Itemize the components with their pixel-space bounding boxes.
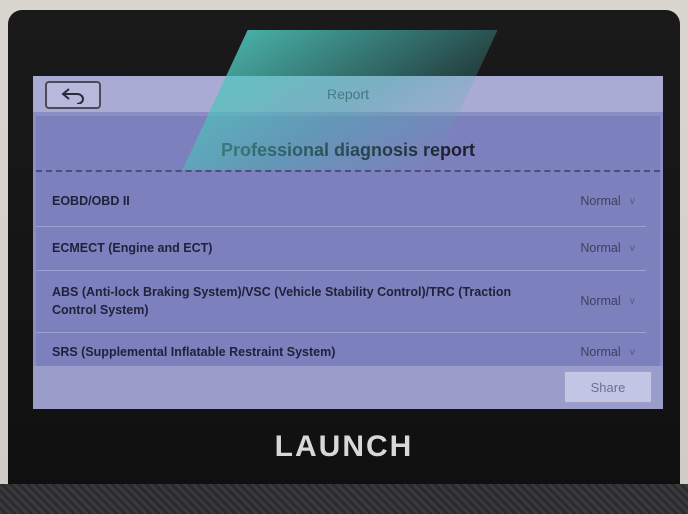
status-value: Normal <box>580 241 621 255</box>
status-value: Normal <box>580 294 621 308</box>
system-row[interactable]: ECMECT (Engine and ECT) Normal ∨ <box>36 226 646 271</box>
brand-logo: LAUNCH <box>274 430 414 463</box>
title-bar: Report <box>33 76 663 112</box>
chevron-down-icon: ∨ <box>628 195 636 207</box>
status-value: Normal <box>580 345 621 359</box>
system-label: EOBD/OBD II <box>52 194 130 208</box>
chevron-down-icon: ∨ <box>628 242 636 254</box>
chevron-down-icon: ∨ <box>628 346 636 358</box>
status-select[interactable]: Normal ∨ <box>546 241 646 255</box>
system-row[interactable]: ABS (Anti-lock Braking System)/VSC (Vehi… <box>36 270 646 333</box>
share-button[interactable]: Share <box>564 371 652 403</box>
system-label: ECMECT (Engine and ECT) <box>52 241 213 255</box>
status-select[interactable]: Normal ∨ <box>546 345 646 359</box>
page-title: Report <box>326 86 370 102</box>
status-value: Normal <box>580 194 621 208</box>
chevron-down-icon: ∨ <box>628 295 636 307</box>
surface-texture <box>0 484 688 514</box>
status-select[interactable]: Normal ∨ <box>546 194 646 208</box>
device-screen: Report Professional diagnosis report EOB… <box>33 76 663 409</box>
system-row[interactable]: EOBD/OBD II Normal ∨ <box>36 176 646 227</box>
report-header: Professional diagnosis report <box>36 124 660 172</box>
system-label: ABS (Anti-lock Braking System)/VSC (Vehi… <box>52 285 512 317</box>
report-title: Professional diagnosis report <box>220 140 476 160</box>
status-select[interactable]: Normal ∨ <box>546 294 646 308</box>
system-label: SRS (Supplemental Inflatable Restraint S… <box>52 345 336 359</box>
